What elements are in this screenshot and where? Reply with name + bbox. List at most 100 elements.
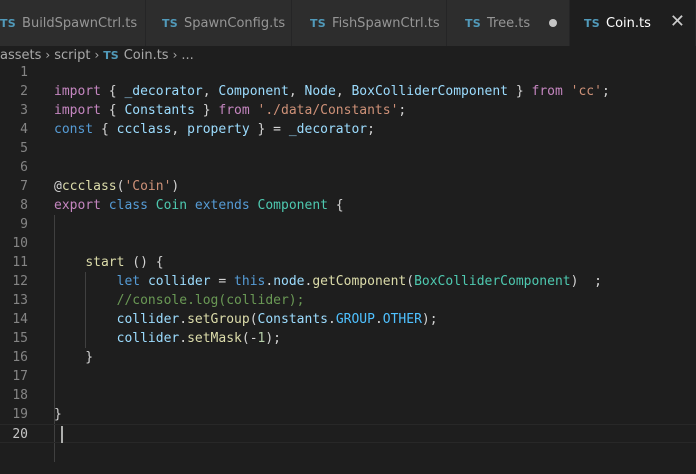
- breadcrumb-file[interactable]: Coin.ts: [124, 48, 169, 63]
- chevron-right-icon: ›: [172, 48, 178, 62]
- line-number: 8: [20, 198, 28, 213]
- typescript-file-icon: TS: [584, 16, 601, 30]
- code-token: .: [179, 331, 188, 346]
- code-line[interactable]: 4 const { ccclass, property } = _decorato…: [0, 120, 696, 139]
- code-token: (-: [241, 331, 258, 346]
- tab-coin[interactable]: TS Coin.ts ✕: [570, 0, 696, 46]
- code-token: export: [54, 198, 101, 213]
- typescript-file-icon: TS: [0, 16, 17, 30]
- close-icon[interactable]: ✕: [670, 13, 685, 31]
- code-line[interactable]: 12 let collider = this.node.getComponent…: [0, 272, 696, 291]
- code-token: Constants: [124, 103, 195, 118]
- code-line[interactable]: 6: [0, 158, 696, 177]
- line-number: 9: [20, 217, 28, 232]
- code-token: property: [187, 122, 250, 137]
- code-line[interactable]: 7 @ccclass('Coin'): [0, 177, 696, 196]
- code-line[interactable]: 11 start () {: [0, 253, 696, 272]
- code-token: ,: [171, 122, 188, 137]
- code-line[interactable]: 2 import { _decorator, Component, Node, B…: [0, 82, 696, 101]
- code-line[interactable]: 5: [0, 139, 696, 158]
- code-token: const: [54, 122, 94, 137]
- code-token: }: [54, 350, 94, 365]
- code-text: import { Constants } from './data/Consta…: [54, 101, 406, 120]
- code-token: _decorator: [124, 84, 203, 99]
- code-token: ;: [367, 122, 375, 137]
- tab-buildspawnctrl[interactable]: TS BuildSpawnCtrl.ts: [0, 0, 146, 46]
- code-line[interactable]: 17: [0, 367, 696, 386]
- code-token: {: [100, 103, 125, 118]
- code-token: }: [54, 407, 62, 422]
- code-token: from: [218, 103, 250, 118]
- line-number: 7: [20, 179, 28, 194]
- code-line[interactable]: 8 export class Coin extends Component {: [0, 196, 696, 215]
- code-token: );: [421, 312, 438, 327]
- line-number: 19: [12, 407, 28, 422]
- line-number: 1: [20, 65, 28, 80]
- code-line[interactable]: 10: [0, 234, 696, 253]
- code-token: ,: [202, 84, 219, 99]
- unsaved-dot-icon[interactable]: [549, 19, 557, 27]
- code-token: Component: [218, 84, 289, 99]
- code-token: node: [273, 274, 305, 289]
- code-token: BoxColliderComponent: [351, 84, 509, 99]
- code-token: start: [85, 255, 125, 270]
- code-token: (: [406, 274, 415, 289]
- code-token: import: [54, 103, 101, 118]
- line-number: 2: [20, 84, 28, 99]
- code-text: }: [54, 405, 62, 424]
- code-line[interactable]: 19}: [0, 405, 696, 424]
- code-token: Coin: [155, 198, 188, 213]
- code-text: @ccclass('Coin'): [54, 177, 179, 196]
- typescript-file-icon: TS: [162, 16, 179, 30]
- tab-fishspawnctrl[interactable]: TS FishSpawnCtrl.ts: [292, 0, 447, 46]
- code-line[interactable]: 15 collider.setMask(-1);: [0, 329, 696, 348]
- code-token: class: [108, 198, 148, 213]
- breadcrumb-assets[interactable]: assets: [0, 48, 41, 63]
- code-token: getComponent: [312, 274, 407, 289]
- code-line[interactable]: 16 }: [0, 348, 696, 367]
- tab-spawnconfig[interactable]: TS SpawnConfig.ts: [146, 0, 292, 46]
- code-line[interactable]: 1: [0, 63, 696, 82]
- code-token: Component: [257, 198, 328, 213]
- breadcrumb: assets › script › TS Coin.ts › ...: [0, 46, 696, 64]
- code-token: from: [531, 84, 563, 99]
- line-number: 6: [20, 160, 28, 175]
- code-text: start () {: [54, 253, 164, 272]
- line-number: 10: [12, 236, 28, 251]
- code-line[interactable]: 3 import { Constants } from './data/Const…: [0, 101, 696, 120]
- code-line[interactable]: 13 //console.log(collider);: [0, 291, 696, 310]
- tab-bar: TS BuildSpawnCtrl.ts TS SpawnConfig.ts T…: [0, 0, 696, 46]
- code-editor[interactable]: 1 2 import { _decorator, Component, Node, …: [0, 63, 696, 474]
- code-token: 'Coin': [124, 179, 172, 194]
- breadcrumb-symbols[interactable]: ...: [181, 48, 193, 63]
- code-line[interactable]: 20: [0, 424, 696, 443]
- tab-label: SpawnConfig.ts: [184, 15, 286, 31]
- line-number: 12: [12, 274, 28, 289]
- code-token: setMask: [187, 331, 242, 346]
- line-number: 11: [12, 255, 28, 270]
- code-token: () {: [124, 255, 164, 270]
- line-number: 16: [12, 350, 28, 365]
- breadcrumb-script[interactable]: script: [54, 48, 90, 63]
- code-line[interactable]: 9: [0, 215, 696, 234]
- code-token: );: [265, 331, 282, 346]
- line-number: 5: [20, 141, 28, 156]
- code-token: ;: [601, 84, 610, 99]
- code-line[interactable]: 18: [0, 386, 696, 405]
- code-line[interactable]: 14 collider.setGroup(Constants.GROUP.OTH…: [0, 310, 696, 329]
- code-token: }: [194, 103, 219, 118]
- code-token: setGroup: [187, 312, 250, 327]
- code-token: GROUP: [335, 312, 375, 327]
- tab-label: BuildSpawnCtrl.ts: [22, 15, 138, 31]
- code-token: ): [171, 179, 180, 194]
- code-token: extends: [194, 198, 250, 213]
- tab-tree[interactable]: TS Tree.ts: [447, 0, 570, 46]
- code-token: .: [374, 312, 383, 327]
- code-token: ;: [398, 103, 407, 118]
